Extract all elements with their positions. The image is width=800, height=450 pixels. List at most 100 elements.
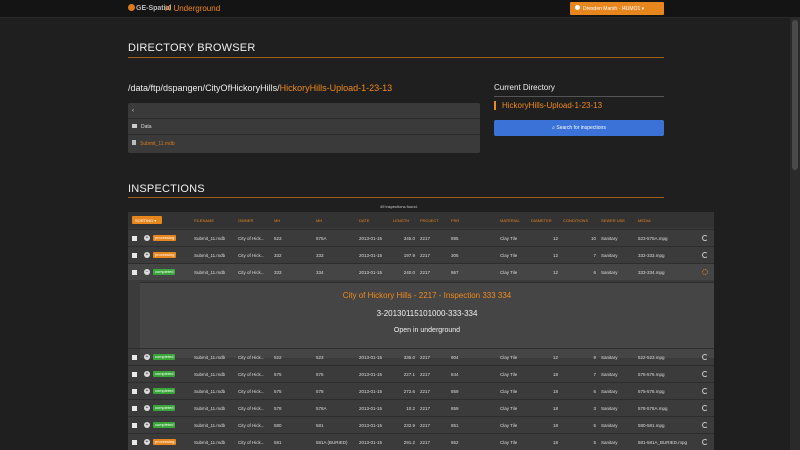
row-checkbox[interactable] xyxy=(132,440,137,445)
cell-length: 227.1 xyxy=(403,372,415,377)
cell-conditions: 6 xyxy=(593,389,596,394)
table-row[interactable]: + completed Submit_11.mdb City of Hick... 57… xyxy=(128,382,714,399)
scrollbar-thumb[interactable] xyxy=(792,20,798,170)
table-row[interactable]: + completed Submit_11.mdb City of Hick... 52… xyxy=(128,348,714,365)
file-icon xyxy=(132,140,136,145)
cell-mh2: 581 xyxy=(316,423,324,428)
cell-conditions: 5 xyxy=(593,423,596,428)
table-row[interactable]: − completed Submit_11.mdb City of Hick... 33… xyxy=(128,263,714,280)
col-diameter[interactable]: DIAMETER xyxy=(531,218,552,223)
col-filename[interactable]: FILENAME xyxy=(194,218,214,223)
cell-filename: Submit_11.mdb xyxy=(194,440,226,445)
cell-date: 2013-01-15 xyxy=(359,355,383,360)
cell-mh1: 581 xyxy=(274,440,282,445)
col-length[interactable]: LENGTH xyxy=(393,218,409,223)
col-sewer-use[interactable]: SEWER USE xyxy=(601,218,625,223)
cell-owner: City of Hick... xyxy=(238,253,265,258)
cell-psr: 867 xyxy=(451,270,459,275)
refresh-icon[interactable] xyxy=(702,252,708,258)
col-owner[interactable]: OWNER xyxy=(238,218,253,223)
col-mh-upstream[interactable]: MH xyxy=(274,218,280,223)
row-checkbox[interactable] xyxy=(132,355,137,360)
refresh-icon[interactable] xyxy=(702,235,708,241)
row-checkbox[interactable] xyxy=(132,236,137,241)
table-row[interactable]: + processing Submit_11.mdb City of Hick... 5… xyxy=(128,433,714,450)
cell-use: Sanitary xyxy=(601,236,618,241)
cell-mh1: 580 xyxy=(274,423,282,428)
row-checkbox[interactable] xyxy=(132,406,137,411)
inspections-count: 49 inspections found. xyxy=(380,204,418,209)
cell-filename: Submit_11.mdb xyxy=(194,355,226,360)
cell-material: Clay Tile xyxy=(500,389,518,394)
cell-filename: Submit_11.mdb xyxy=(194,372,226,377)
inspection-detail-panel: City of Hickory Hills - 2217 - Inspectio… xyxy=(140,282,714,358)
row-checkbox[interactable] xyxy=(132,389,137,394)
expand-icon[interactable]: + xyxy=(144,439,150,445)
cell-owner: City of Hick... xyxy=(238,440,265,445)
cell-length: 345.0 xyxy=(403,236,415,241)
cell-media: 578-578A.mpg xyxy=(638,406,668,411)
file-item-submit[interactable]: Submit_11.mdb xyxy=(128,135,480,151)
cell-project: 2217 xyxy=(420,253,431,258)
refresh-icon[interactable] xyxy=(702,405,708,411)
refresh-icon[interactable] xyxy=(702,422,708,428)
expand-icon[interactable]: + xyxy=(144,354,150,360)
row-checkbox[interactable] xyxy=(132,423,137,428)
refresh-icon[interactable] xyxy=(702,439,708,445)
cell-project: 2217 xyxy=(420,389,431,394)
user-icon xyxy=(575,5,580,10)
cell-media: 523-575A.mpg xyxy=(638,236,668,241)
collapse-icon[interactable]: − xyxy=(144,269,150,275)
cell-psr: 859 xyxy=(451,406,459,411)
table-row[interactable]: + processing Submit_11.mdb City of Hick... 3… xyxy=(128,246,714,263)
cell-filename: Submit_11.mdb xyxy=(194,406,226,411)
cell-date: 2013-01-15 xyxy=(359,389,383,394)
cell-use: Sanitary xyxy=(601,355,618,360)
path-prefix[interactable]: /data/ftp/dspangen/CityOfHickoryHills/ xyxy=(128,83,280,93)
col-project[interactable]: PROJECT xyxy=(420,218,439,223)
col-date[interactable]: DATE xyxy=(359,218,369,223)
expand-icon[interactable]: + xyxy=(144,252,150,258)
expand-icon[interactable]: + xyxy=(144,388,150,394)
inspection-detail-title[interactable]: City of Hickory Hills - 2217 - Inspectio… xyxy=(140,291,714,300)
search-inspections-button[interactable]: ⌕ Search for inspections xyxy=(494,120,664,136)
loading-icon xyxy=(702,269,708,275)
refresh-icon[interactable] xyxy=(702,388,708,394)
refresh-icon[interactable] xyxy=(702,371,708,377)
open-in-underground-link[interactable]: Open in underground xyxy=(140,327,714,334)
row-checkbox[interactable] xyxy=(132,372,137,377)
table-row[interactable]: + completed Submit_11.mdb City of Hick... 57… xyxy=(128,399,714,416)
expand-icon[interactable]: + xyxy=(144,422,150,428)
cell-project: 2217 xyxy=(420,372,431,377)
app-name[interactable]: i4 Underground xyxy=(165,4,220,13)
col-mh-downstream[interactable]: MH xyxy=(316,218,322,223)
cell-conditions: 7 xyxy=(593,253,596,258)
cell-psr: 862 xyxy=(451,440,459,445)
cell-diameter: 18 xyxy=(552,372,558,377)
cell-diameter: 12 xyxy=(552,236,558,241)
divider xyxy=(128,57,664,58)
refresh-icon[interactable] xyxy=(702,354,708,360)
user-menu-button[interactable]: Dresden Marsh · I4UMO1 ▾ xyxy=(570,2,664,15)
col-material[interactable]: MATERIAL xyxy=(500,218,520,223)
row-checkbox[interactable] xyxy=(132,253,137,258)
col-psr[interactable]: PSR xyxy=(451,218,459,223)
cell-filename: Submit_11.mdb xyxy=(194,253,226,258)
folder-item-data[interactable]: Data xyxy=(128,119,480,135)
col-media[interactable]: MEDIA xyxy=(638,218,651,223)
sorting-button[interactable]: SORTING ▾ xyxy=(132,216,162,224)
expand-icon[interactable]: + xyxy=(144,405,150,411)
row-checkbox[interactable] xyxy=(132,270,137,275)
cell-psr: 851 xyxy=(451,423,459,428)
expand-icon[interactable]: + xyxy=(144,371,150,377)
cell-diameter: 12 xyxy=(552,253,558,258)
cell-use: Sanitary xyxy=(601,440,618,445)
cell-mh2: 578A xyxy=(316,406,327,411)
table-row[interactable]: + processing Submit_11.mdb City of Hick... 5… xyxy=(128,229,714,246)
expand-icon[interactable]: + xyxy=(144,235,150,241)
table-row[interactable]: + completed Submit_11.mdb City of Hick... 57… xyxy=(128,365,714,382)
col-conditions[interactable]: CONDITIONS xyxy=(563,218,588,223)
back-button[interactable]: ‹ xyxy=(128,103,480,119)
cell-date: 2013-01-15 xyxy=(359,372,383,377)
table-row[interactable]: + completed Submit_11.mdb City of Hick... 58… xyxy=(128,416,714,433)
